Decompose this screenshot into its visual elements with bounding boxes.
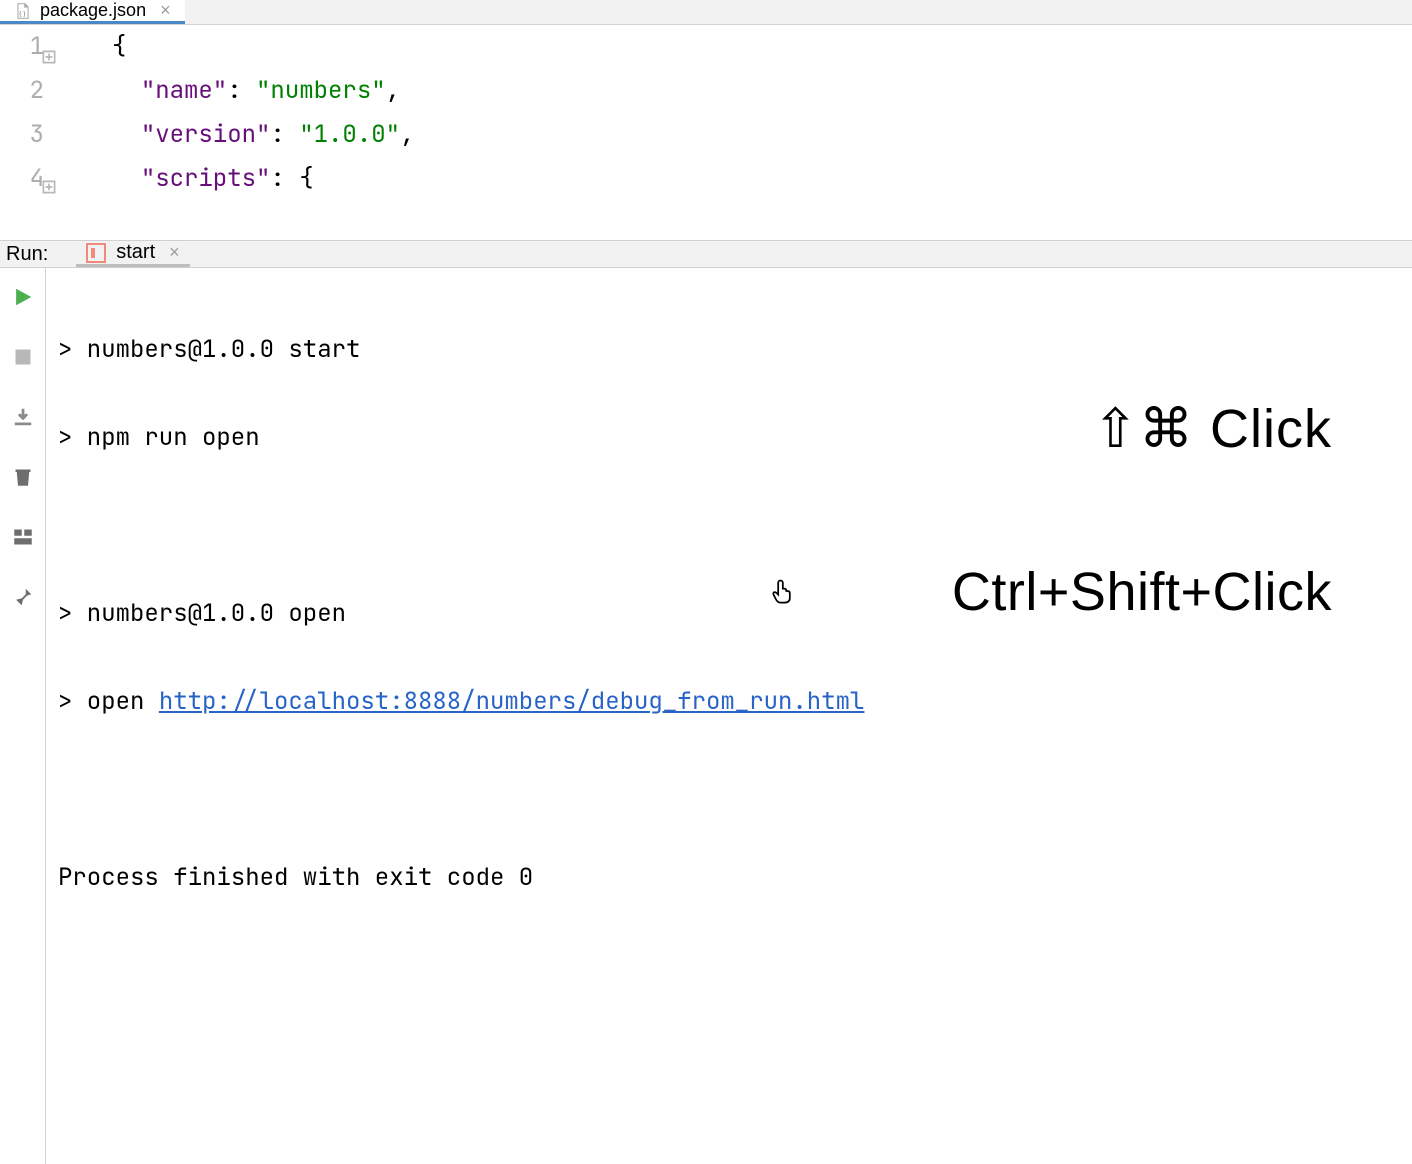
line-number: 4 <box>0 157 44 201</box>
code-line: { <box>112 25 1412 69</box>
layout-icon[interactable] <box>10 524 36 550</box>
console-url-link[interactable]: http://localhost:8888/numbers/debug_from… <box>159 686 865 717</box>
run-panel-label: Run: <box>6 243 48 266</box>
code-line: "version": "1.0.0", <box>112 113 1412 157</box>
run-tab-label: start <box>116 241 155 264</box>
hint-win: Ctrl+Shift+Click <box>952 563 1332 622</box>
npm-run-icon <box>86 243 106 263</box>
close-icon[interactable]: × <box>169 242 180 263</box>
fold-icon[interactable] <box>40 167 58 185</box>
cursor-pointer-icon <box>684 532 712 562</box>
console-exit-line: Process finished with exit code 0 <box>58 856 1400 900</box>
run-toolbar <box>0 268 46 1164</box>
code-line: "name": "numbers", <box>112 69 1412 113</box>
run-console[interactable]: > numbers@1.0.0 start > npm run open > n… <box>46 268 1412 1164</box>
editor-tab-package-json[interactable]: { } package.json × <box>0 0 185 24</box>
line-number: 1 <box>0 25 44 69</box>
line-number: 2 <box>0 69 44 113</box>
stop-icon[interactable] <box>10 344 36 370</box>
trash-icon[interactable] <box>10 464 36 490</box>
run-panel-header: Run: start × <box>0 240 1412 268</box>
json-file-icon: { } <box>14 2 32 20</box>
editor: 1 2 3 4 { "name": "numbers", "version": … <box>0 25 1412 240</box>
shortcut-hint-overlay: ⇧⌘ Click Ctrl+Shift+Click <box>952 312 1332 711</box>
hint-mac: ⇧⌘ Click <box>952 400 1332 459</box>
run-panel-body: > numbers@1.0.0 start > npm run open > n… <box>0 268 1412 1164</box>
svg-text:{ }: { } <box>19 10 26 17</box>
close-icon[interactable]: × <box>160 0 171 21</box>
download-icon[interactable] <box>10 404 36 430</box>
code-line: "scripts": { <box>112 157 1412 201</box>
code-content[interactable]: { "name": "numbers", "version": "1.0.0",… <box>108 25 1412 240</box>
run-tab-start[interactable]: start × <box>76 241 189 267</box>
editor-tab-label: package.json <box>40 0 146 21</box>
rerun-icon[interactable] <box>10 284 36 310</box>
line-number: 3 <box>0 113 44 157</box>
editor-gutter: 1 2 3 4 <box>0 25 108 240</box>
pin-icon[interactable] <box>10 584 36 610</box>
fold-icon[interactable] <box>40 37 58 55</box>
editor-tab-bar: { } package.json × <box>0 0 1412 25</box>
